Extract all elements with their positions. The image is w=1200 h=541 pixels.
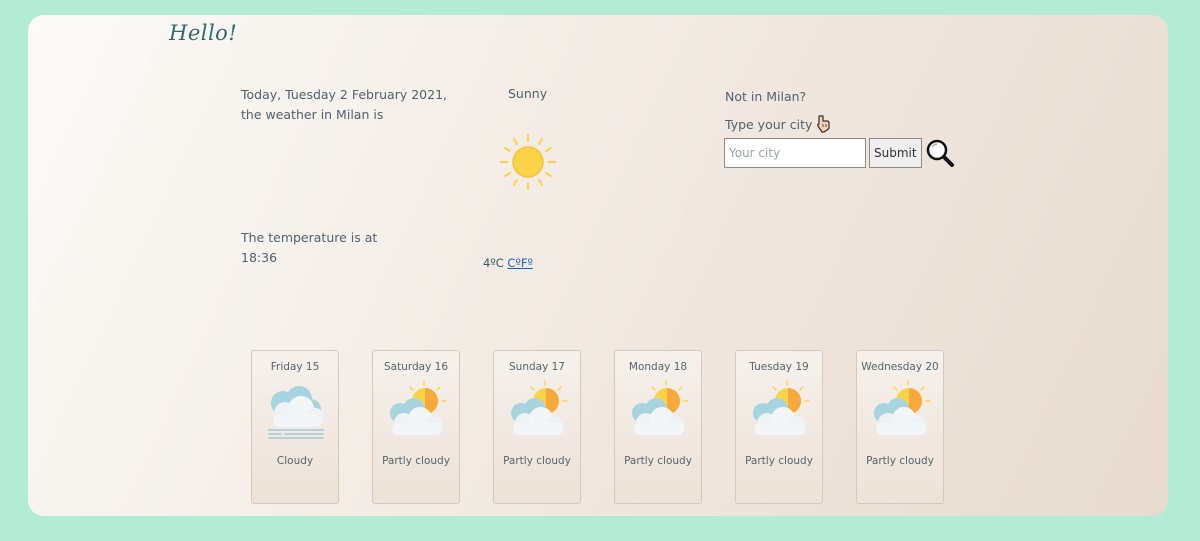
fog-cloud-icon [268, 386, 324, 439]
sun-icon [500, 134, 556, 190]
forecast-day: Friday 15 [270, 361, 320, 373]
forecast-card: Tuesday 19 Partly cloudy [735, 350, 823, 504]
forecast-day: Monday 18 [628, 361, 688, 373]
submit-button[interactable]: Submit [869, 138, 922, 168]
temperature-intro: The temperature is at 18:36 [241, 230, 378, 265]
temperature-readout: 4ºC CºFº [483, 256, 533, 270]
city-search-form: Submit [724, 138, 955, 168]
current-weather-intro: Today, Tuesday 2 February 2021, the weat… [241, 87, 447, 122]
city-search-input[interactable] [724, 138, 866, 168]
partly-cloudy-icon [874, 380, 931, 435]
type-city-prompt: Type your city [725, 115, 831, 133]
forecast-day: Saturday 16 [383, 361, 448, 373]
partly-cloudy-icon [390, 380, 447, 435]
type-city-label: Type your city [725, 116, 813, 132]
forecast-card: Friday 15 Cloudy [251, 350, 339, 504]
partly-cloudy-icon [511, 380, 568, 435]
forecast-description: Partly cloudy [382, 455, 450, 467]
forecast-description: Cloudy [276, 455, 314, 467]
not-in-city-question: Not in Milan? [725, 89, 807, 104]
forecast-description: Partly cloudy [503, 455, 571, 467]
temperature-value: 4ºC [483, 256, 504, 270]
forecast-card: Monday 18 Partly cloudy [614, 350, 702, 504]
current-condition: Sunny [508, 86, 548, 101]
forecast-card: Saturday 16 Partly cloudy [372, 350, 460, 504]
greeting-title: Hello! [169, 21, 238, 45]
forecast-description: Partly cloudy [624, 455, 692, 467]
forecast-list: Friday 15 Cloudy Saturday 16 Partly clou… [251, 350, 944, 504]
forecast-day: Tuesday 19 [749, 361, 809, 373]
forecast-card: Wednesday 20 Partly cloudy [856, 350, 944, 504]
partly-cloudy-icon [632, 380, 689, 435]
forecast-description: Partly cloudy [745, 455, 813, 467]
partly-cloudy-icon [753, 380, 810, 435]
weather-card: Hello! Today, Tuesday 2 February 2021, t… [28, 15, 1168, 516]
unit-toggle-link[interactable]: CºFº [507, 256, 532, 270]
forecast-day: Wednesday 20 [861, 361, 939, 373]
pointing-down-icon [817, 115, 831, 133]
magnifier-icon[interactable] [925, 138, 955, 168]
forecast-description: Partly cloudy [866, 455, 934, 467]
forecast-card: Sunday 17 Partly cloudy [493, 350, 581, 504]
forecast-day: Sunday 17 [509, 361, 565, 373]
